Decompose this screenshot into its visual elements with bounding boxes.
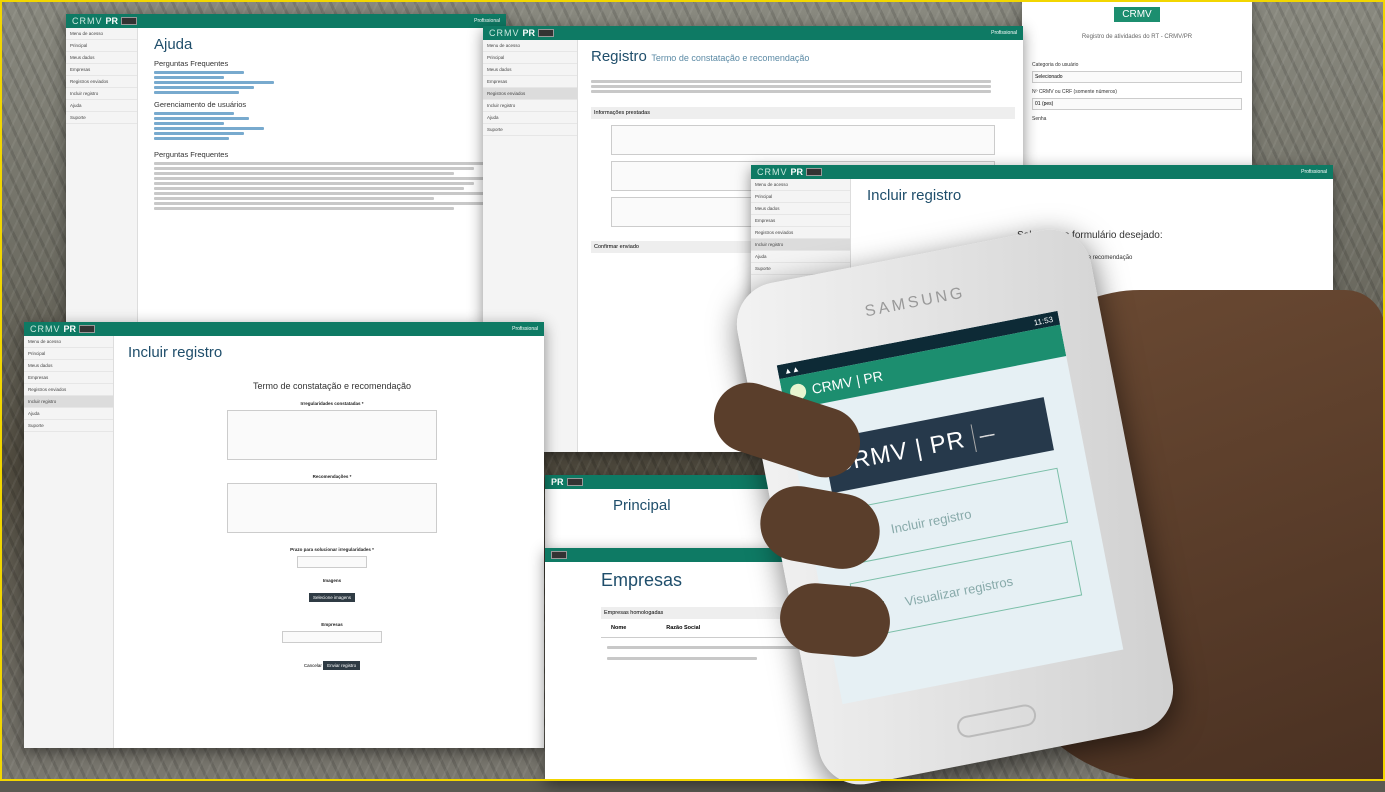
- page-title: Ajuda: [154, 36, 193, 53]
- category-label: Categoria do usuário: [1032, 62, 1079, 68]
- sidebar-item[interactable]: Suporte: [66, 112, 137, 124]
- faq-heading: Perguntas Frequentes: [154, 59, 229, 68]
- password-label: Senha: [1032, 116, 1047, 122]
- sidebar-item[interactable]: Registros enviados: [24, 384, 113, 396]
- sidebar-item[interactable]: Ajuda: [751, 251, 850, 263]
- sidebar-item[interactable]: Menu de acesso: [66, 28, 137, 40]
- page-subtitle: Termo de constatação e recomendação: [651, 53, 810, 63]
- sidebar-item[interactable]: Meus dados: [24, 360, 113, 372]
- sidebar-item[interactable]: Menu de acesso: [24, 336, 113, 348]
- column-header[interactable]: Razão Social: [666, 625, 700, 631]
- irregularities-textarea[interactable]: [227, 410, 437, 460]
- sidebar-item[interactable]: Registros enviados: [66, 76, 137, 88]
- sidebar-item[interactable]: Empresas: [483, 76, 577, 88]
- incluir-form-window: CRMV PR Profissional Menu de acesso Princip…: [24, 322, 544, 748]
- recommendations-textarea[interactable]: [227, 483, 437, 533]
- sidebar-item[interactable]: Menu de acesso: [483, 40, 577, 52]
- app-header: CRMV PR Profissional: [483, 26, 1023, 40]
- page-title: Incluir registro: [867, 187, 962, 204]
- images-label: Imagens: [322, 578, 342, 583]
- app-header: CRMV PR Profissional: [24, 322, 544, 336]
- sidebar-item[interactable]: Meus dados: [483, 64, 577, 76]
- sidebar-item[interactable]: Principal: [24, 348, 113, 360]
- tagline: Registro de atividades do RT - CRMV/PR: [1081, 34, 1193, 40]
- sidebar-item[interactable]: Registros enviados: [751, 227, 850, 239]
- sidebar-item[interactable]: Incluir registro: [66, 88, 137, 100]
- sidebar: Menu de acesso Principal Meus dados Empresa…: [24, 336, 114, 748]
- sidebar-item[interactable]: Incluir registro: [751, 239, 850, 251]
- sidebar-item[interactable]: Empresas: [66, 64, 137, 76]
- sidebar-item[interactable]: Ajuda: [483, 112, 577, 124]
- sidebar: Menu de acesso Principal Meus dados Empresa…: [66, 28, 138, 344]
- sidebar-item[interactable]: Incluir registro: [483, 100, 577, 112]
- recommendations-label: Recomendações *: [312, 474, 352, 479]
- help-window: CRMV PR Profissional Menu de acesso Princip…: [66, 14, 506, 344]
- users-heading: Gerenciamento de usuários: [154, 100, 247, 109]
- sidebar-item[interactable]: Principal: [751, 191, 850, 203]
- sidebar-item[interactable]: Menu de acesso: [751, 179, 850, 191]
- app-title: CRMV | PR: [810, 367, 885, 397]
- login-logo: CRMV: [1114, 7, 1160, 22]
- deadline-label: Prazo para solucionar irregularidades *: [290, 547, 374, 552]
- home-button[interactable]: [955, 702, 1038, 740]
- faq-heading-2: Perguntas Frequentes: [154, 150, 229, 159]
- crmv-label: Nº CRMV ou CRF (somente números): [1032, 89, 1117, 95]
- sidebar-item[interactable]: Principal: [483, 52, 577, 64]
- app-header: CRMV PR Profissional: [751, 165, 1333, 179]
- sidebar-item[interactable]: Ajuda: [66, 100, 137, 112]
- column-header[interactable]: Nome: [611, 625, 626, 631]
- sidebar-item[interactable]: Incluir registro: [24, 396, 113, 408]
- company-select[interactable]: [282, 631, 382, 643]
- page-title: Incluir registro: [128, 344, 223, 361]
- sidebar-item[interactable]: Ajuda: [24, 408, 113, 420]
- sidebar-item[interactable]: Suporte: [483, 124, 577, 136]
- form-title: Termo de constatação e recomendação: [252, 381, 412, 391]
- login-window: CRMV Registro de atividades do RT - CRMV…: [1022, 0, 1252, 165]
- category-select[interactable]: Selecionado: [1032, 71, 1242, 83]
- sidebar-item[interactable]: Meus dados: [751, 203, 850, 215]
- info-heading: Informações prestadas: [591, 107, 1015, 119]
- incluir-registro-label: Incluir registro: [889, 505, 973, 536]
- crmv-input[interactable]: 01 (pes): [1032, 98, 1242, 110]
- sidebar-item[interactable]: Meus dados: [66, 52, 137, 64]
- page-title: Registro: [591, 48, 647, 65]
- visualizar-registros-label: Visualizar registros: [903, 572, 1015, 609]
- app-header: CRMV PR Profissional: [66, 14, 506, 28]
- irregularities-label: Irregularidades constatadas *: [300, 401, 364, 406]
- sidebar-item[interactable]: Empresas: [24, 372, 113, 384]
- sidebar-item[interactable]: Principal: [66, 40, 137, 52]
- cancel-button[interactable]: Cancelar: [304, 663, 322, 668]
- company-label: Empresas: [321, 622, 343, 627]
- clock: 11:53: [1032, 314, 1054, 327]
- sidebar-item[interactable]: Empresas: [751, 215, 850, 227]
- select-images-button[interactable]: Selecione imagens: [308, 593, 356, 602]
- sidebar-item[interactable]: Registros enviados: [483, 88, 577, 100]
- sidebar-item[interactable]: Suporte: [24, 420, 113, 432]
- submit-button[interactable]: Enviar registro: [323, 661, 361, 670]
- deadline-input[interactable]: [297, 556, 367, 568]
